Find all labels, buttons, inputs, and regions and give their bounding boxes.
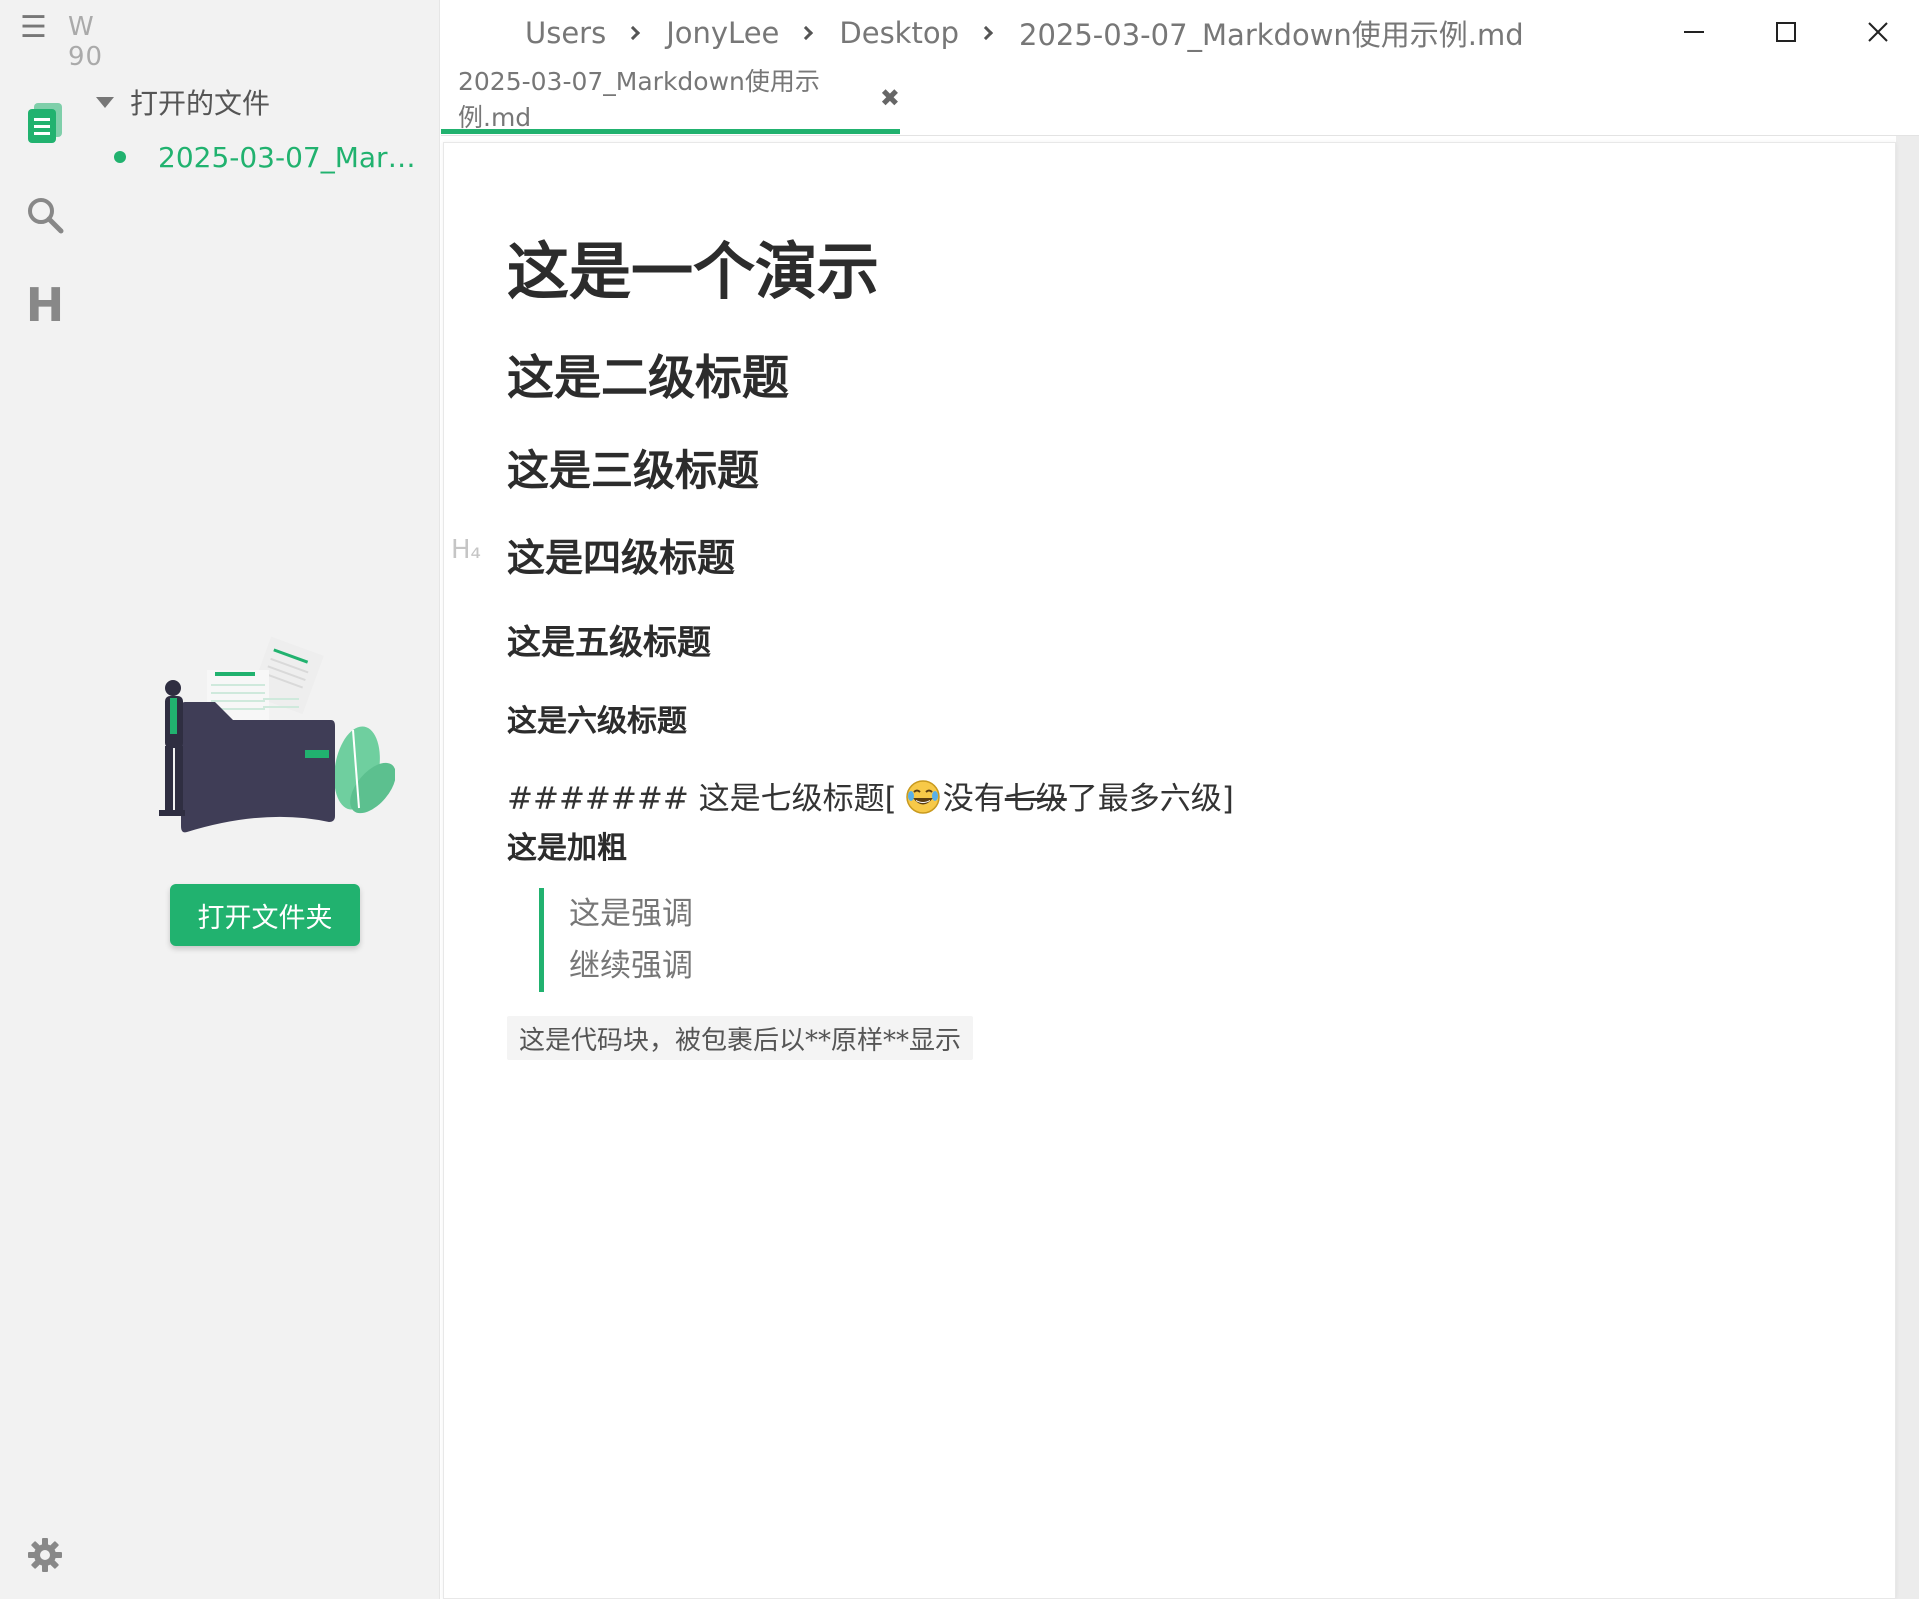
gear-icon[interactable]: [22, 1532, 68, 1578]
strikethrough-text: 七级: [1004, 781, 1067, 817]
heading-6: 这是六级标题: [507, 704, 687, 739]
heading-1: 这是一个演示: [507, 235, 880, 308]
blockquote-line: 这是强调: [569, 896, 693, 932]
code-block: 这是代码块，被包裹后以**原样**显示: [507, 1016, 974, 1060]
close-icon[interactable]: [1843, 8, 1913, 56]
blockquote-line: 继续强调: [569, 948, 693, 984]
tab-active-file[interactable]: 2025-03-07_Markdown使用示例.md ✖: [441, 66, 900, 134]
heading-3: 这是三级标题: [507, 446, 760, 495]
breadcrumb: Users JonyLee Desktop 2025-03-07_Markdow…: [525, 12, 1524, 54]
tab-close-icon[interactable]: ✖: [880, 84, 900, 112]
tab-label: 2025-03-07_Markdown使用示例.md: [458, 66, 820, 132]
open-files-tree: 打开的文件 2025-03-07_Markd...: [94, 82, 434, 186]
tab-bar: 2025-03-07_Markdown使用示例.md ✖: [441, 66, 1919, 136]
maximize-icon[interactable]: [1751, 8, 1821, 56]
breadcrumb-item[interactable]: JonyLee: [666, 16, 779, 50]
menu-icon[interactable]: ☰: [20, 13, 48, 43]
heading-5: 这是五级标题: [507, 623, 711, 663]
paragraph-suffix: 了最多六级]: [1066, 781, 1234, 817]
editor[interactable]: 这是一个演示 这是二级标题 这是三级标题 H₄ 这是四级标题 这是五级标题 这是…: [443, 142, 1896, 1599]
chevron-right-icon: [626, 25, 641, 41]
open-file-item[interactable]: 2025-03-07_Markd...: [94, 128, 434, 186]
empty-folder-illustration: [145, 630, 396, 850]
open-file-label: 2025-03-07_Markd...: [158, 140, 428, 174]
heading-2: 这是二级标题: [507, 351, 789, 406]
bold-text: 这是加粗: [507, 831, 627, 866]
open-files-header[interactable]: 打开的文件: [94, 82, 434, 122]
breadcrumb-item[interactable]: 2025-03-07_Markdown使用示例.md: [1019, 12, 1524, 54]
active-dot-icon: [114, 151, 126, 163]
paragraph: ####### 这是七级标题[ 没有七级了最多六级]: [507, 773, 1234, 818]
paragraph-prefix: ####### 这是七级标题[: [507, 781, 897, 817]
chevron-right-icon: [978, 25, 994, 41]
open-folder-button[interactable]: 打开文件夹: [170, 884, 360, 946]
outline-icon[interactable]: H: [22, 278, 68, 332]
caret-down-icon: [96, 96, 114, 108]
heading-level-marker: H₄: [451, 535, 481, 565]
breadcrumb-item[interactable]: Users: [525, 16, 606, 50]
minimize-icon[interactable]: [1659, 8, 1729, 56]
open-files-title: 打开的文件: [130, 87, 271, 120]
sidebar: ☰ W 90 H 打开的文件 2025-03-07_Markd... 打开文件夹: [0, 0, 440, 1599]
scrollbar[interactable]: [1896, 136, 1919, 1599]
laughing-tears-emoji-icon: [905, 779, 941, 815]
activity-bar: ☰ W 90 H: [0, 0, 102, 1599]
chevron-right-icon: [799, 25, 814, 41]
heading-4: 这是四级标题: [507, 536, 736, 580]
blockquote: 这是强调 继续强调: [539, 888, 693, 992]
search-icon[interactable]: [22, 192, 68, 238]
title-bar: Users JonyLee Desktop 2025-03-07_Markdow…: [441, 0, 1919, 66]
files-icon[interactable]: [22, 100, 68, 146]
paragraph-text: 没有: [942, 781, 1005, 817]
app-brand: W 90: [68, 12, 104, 72]
breadcrumb-item[interactable]: Desktop: [839, 16, 959, 50]
